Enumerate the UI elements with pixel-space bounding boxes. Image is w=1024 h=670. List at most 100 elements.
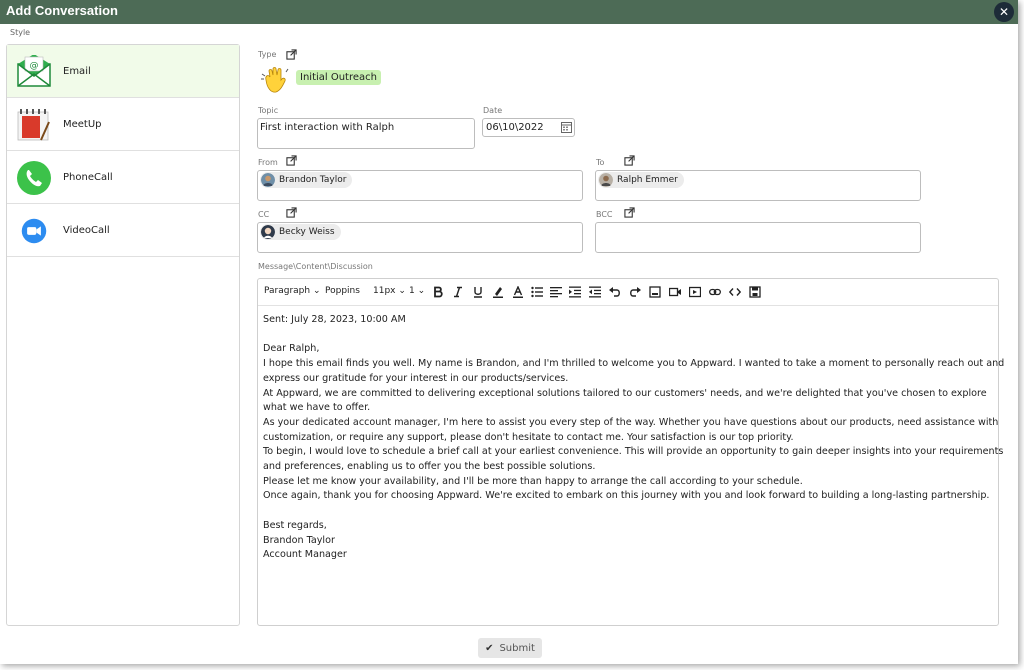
submit-label: Submit (499, 642, 535, 654)
font-dropdown[interactable]: Poppins (325, 286, 360, 296)
type-external-link-icon[interactable] (286, 49, 297, 60)
checkmark-icon: ✔ (485, 642, 494, 654)
to-input[interactable]: Ralph Emmer (595, 170, 921, 201)
cc-label: CC (258, 210, 270, 219)
style-item-label: Email (63, 65, 91, 77)
chevron-down-icon: ⌄ (417, 286, 426, 296)
style-item-phonecall[interactable]: PhoneCall (7, 151, 239, 204)
style-item-label: MeetUp (63, 118, 102, 130)
outdent-icon[interactable] (589, 286, 601, 298)
title-bar: Add Conversation ✕ (0, 0, 1018, 24)
from-label: From (258, 158, 278, 167)
style-item-label: PhoneCall (63, 171, 113, 183)
line-height-dropdown[interactable]: 1 ⌄ (409, 286, 425, 296)
message-label: Message\Content\Discussion (258, 262, 373, 271)
add-conversation-dialog: Add Conversation ✕ Style @ Email MeetUp (0, 0, 1018, 664)
avatar (261, 225, 275, 239)
close-icon: ✕ (998, 5, 1010, 19)
font-label: Poppins (325, 286, 360, 296)
message-line: Best regards, (263, 519, 327, 531)
bcc-input[interactable] (595, 222, 921, 253)
message-line (263, 504, 993, 519)
message-line: what we have to offer. (263, 402, 371, 414)
close-button[interactable]: ✕ (994, 2, 1014, 22)
message-line: Dear Ralph, (263, 343, 320, 355)
chevron-down-icon: ⌄ (312, 286, 321, 296)
video-icon[interactable] (669, 286, 681, 298)
paragraph-dropdown[interactable]: Paragraph ⌄ (264, 286, 321, 296)
bulleted-list-icon[interactable] (531, 286, 543, 298)
message-line (263, 328, 993, 343)
to-external-link-icon[interactable] (624, 155, 635, 166)
type-value-tag[interactable]: Initial Outreach (296, 70, 381, 85)
undo-icon[interactable] (609, 286, 621, 298)
code-icon[interactable] (729, 286, 741, 298)
save-icon[interactable] (749, 286, 761, 298)
dialog-title: Add Conversation (6, 3, 118, 18)
message-line: Sent: July 28, 2023, 10:00 AM (263, 314, 406, 325)
editor-toolbar: Paragraph ⌄ Poppins 11px ⌄ 1 ⌄ (258, 279, 998, 306)
to-chip[interactable]: Ralph Emmer (598, 172, 684, 188)
message-line: Once again, thank you for choosing Appwa… (263, 490, 990, 502)
align-left-icon[interactable] (550, 286, 562, 298)
highlight-pen-icon[interactable] (492, 286, 504, 298)
type-label: Type (258, 50, 277, 59)
date-label: Date (483, 106, 503, 115)
image-icon[interactable] (649, 286, 661, 298)
from-external-link-icon[interactable] (286, 155, 297, 166)
message-line: customization, or require any support, p… (263, 431, 794, 443)
cc-external-link-icon[interactable] (286, 207, 297, 218)
avatar (599, 173, 613, 187)
style-item-label: VideoCall (63, 224, 110, 236)
message-line: and preferences, enabling us to offer yo… (263, 461, 596, 473)
bcc-label: BCC (596, 210, 613, 219)
submit-button[interactable]: ✔ Submit (478, 638, 542, 658)
date-input[interactable]: 06\10\2022 (482, 118, 575, 137)
style-item-videocall[interactable]: VideoCall (7, 204, 239, 257)
waving-hand-icon (261, 67, 289, 93)
topic-label: Topic (258, 106, 279, 115)
message-line: Account Manager (263, 549, 347, 561)
style-item-email[interactable]: @ Email (7, 45, 239, 98)
style-item-meetup[interactable]: MeetUp (7, 98, 239, 151)
avatar (261, 173, 275, 187)
svg-text:@: @ (30, 61, 39, 71)
message-line: Brandon Taylor (263, 534, 335, 546)
cc-input[interactable]: Becky Weiss (257, 222, 583, 253)
underline-icon[interactable] (472, 286, 484, 298)
from-chip-name: Brandon Taylor (279, 175, 347, 185)
cc-chip-name: Becky Weiss (279, 227, 335, 237)
topic-value: First interaction with Ralph (260, 122, 395, 133)
embed-media-icon[interactable] (689, 286, 701, 298)
style-list: @ Email MeetUp PhoneCall VideoCall (6, 44, 240, 626)
date-value: 06\10\2022 (486, 122, 544, 133)
link-icon[interactable] (709, 286, 721, 298)
bcc-external-link-icon[interactable] (624, 207, 635, 218)
from-input[interactable]: Brandon Taylor (257, 170, 583, 201)
indent-icon[interactable] (569, 286, 581, 298)
to-chip-name: Ralph Emmer (617, 175, 678, 185)
redo-icon[interactable] (629, 286, 641, 298)
phone-icon (17, 161, 51, 195)
from-chip[interactable]: Brandon Taylor (260, 172, 353, 188)
font-size-label: 11px (373, 286, 396, 296)
message-content[interactable]: Sent: July 28, 2023, 10:00 AM Dear Ralph… (263, 313, 1005, 563)
email-icon: @ (17, 55, 51, 87)
paragraph-label: Paragraph (264, 286, 311, 296)
calendar-icon[interactable] (561, 121, 572, 133)
message-line: Please let me know your availability, an… (263, 475, 803, 487)
message-line: express our gratitude for your interest … (263, 372, 569, 384)
cc-chip[interactable]: Becky Weiss (260, 224, 341, 240)
message-editor[interactable]: Paragraph ⌄ Poppins 11px ⌄ 1 ⌄ Sent: Jul… (257, 278, 1005, 626)
font-size-dropdown[interactable]: 11px ⌄ (373, 286, 406, 296)
chevron-down-icon: ⌄ (398, 286, 406, 296)
bold-icon[interactable] (432, 286, 444, 298)
video-camera-icon (21, 218, 47, 244)
topic-input[interactable]: First interaction with Ralph (257, 118, 475, 149)
text-color-icon[interactable] (512, 286, 524, 298)
message-line: I hope this email finds you well. My nam… (263, 358, 1005, 370)
message-line: At Appward, we are committed to deliveri… (263, 387, 987, 399)
line-height-label: 1 (409, 286, 415, 296)
italic-icon[interactable] (452, 286, 464, 298)
message-line: To begin, I would love to schedule a bri… (263, 446, 1004, 458)
